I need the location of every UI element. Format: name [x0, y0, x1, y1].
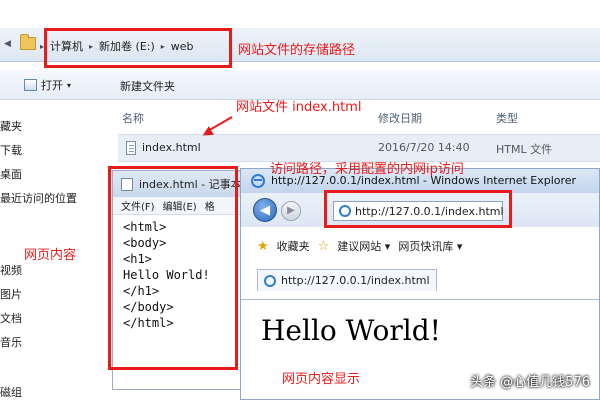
breadcrumb-drive[interactable]: 新加卷 (E:) — [99, 38, 155, 54]
new-folder-button[interactable]: 新建文件夹 — [120, 78, 175, 94]
web-slice-button[interactable]: 网页快讯库 ▾ — [398, 238, 462, 254]
notepad-title-bar[interactable]: index.html - 记事本 — [113, 171, 245, 197]
file-modified: 2016/7/20 14:40 — [378, 141, 470, 154]
column-header-modified[interactable]: 修改日期 — [378, 110, 422, 126]
notepad-text-area[interactable]: <html> <body> <h1> Hello World! </h1> </… — [113, 215, 245, 331]
file-icon — [126, 141, 136, 155]
star-icon: ★ — [257, 238, 269, 254]
watermark: 头条 @心值几钱576 — [470, 375, 590, 390]
sidebar-item-videos[interactable]: 视频 — [0, 262, 22, 278]
suggested-sites-button[interactable]: 建议网站 ▾ — [337, 238, 390, 254]
annotation-storage-path: 网站文件的存储路径 — [238, 43, 356, 58]
open-icon — [24, 79, 37, 91]
column-header-type[interactable]: 类型 — [496, 110, 518, 126]
add-favorite-icon[interactable]: ☆ — [318, 239, 330, 254]
sidebar-item-favorites[interactable]: 藏夹 — [0, 118, 22, 134]
ie-address-input[interactable]: http://127.0.0.1/index.html — [333, 201, 504, 221]
sidebar-item-desktop[interactable]: 桌面 — [0, 166, 22, 182]
chevron-down-icon: ▾ — [67, 80, 72, 90]
ie-favorites-bar: ★ 收藏夹 ☆ 建议网站 ▾ 网页快讯库 ▾ — [241, 235, 599, 257]
chevron-right-icon: ▸ — [89, 41, 94, 51]
breadcrumb-computer[interactable]: 计算机 — [50, 38, 83, 54]
notepad-icon — [121, 177, 133, 191]
ie-window: http://127.0.0.1/index.html - Windows In… — [240, 168, 600, 400]
ie-tab-title: http://127.0.0.1/index.html — [281, 274, 430, 287]
menu-format[interactable]: 格 — [205, 198, 215, 213]
sidebar-item-recent[interactable]: 最近访问的位置 — [0, 190, 77, 206]
sidebar-item-music[interactable]: 音乐 — [0, 334, 22, 350]
ie-nav-bar: ◀ ▶ http://127.0.0.1/index.html — [241, 193, 599, 227]
ie-tab-icon — [264, 274, 276, 287]
folder-icon — [20, 34, 36, 50]
ie-page-icon — [339, 205, 351, 217]
annotation-web-content: 网页内容 — [24, 248, 77, 263]
sidebar-item-disk[interactable]: 磁组 — [0, 384, 22, 400]
sidebar-item-documents[interactable]: 文档 — [0, 310, 22, 326]
ie-tab[interactable]: http://127.0.0.1/index.html — [257, 269, 437, 291]
favorites-button[interactable]: 收藏夹 — [277, 238, 310, 254]
open-button[interactable]: 打开 ▾ — [24, 77, 71, 93]
menu-file[interactable]: 文件(F) — [121, 198, 155, 213]
chevron-right-icon: ▸ — [40, 41, 45, 51]
page-heading: Hello World! — [261, 314, 441, 347]
chevron-right-icon: ▸ — [160, 41, 165, 51]
ie-address-text: http://127.0.0.1/index.html — [355, 204, 504, 218]
annotation-content-display: 网页内容显示 — [282, 372, 361, 387]
breadcrumb-web[interactable]: web — [171, 40, 194, 53]
open-label: 打开 — [41, 79, 63, 92]
notepad-window: index.html - 记事本 文件(F) 编辑(E) 格 <html> <b… — [112, 170, 246, 390]
left-arrow-icon[interactable]: ◀ — [4, 39, 11, 49]
back-arrow-icon[interactable]: ◀ — [253, 198, 277, 222]
forward-arrow-icon[interactable]: ▶ — [281, 201, 301, 221]
notepad-menu-bar: 文件(F) 编辑(E) 格 — [113, 197, 245, 215]
menu-edit[interactable]: 编辑(E) — [163, 198, 197, 213]
sidebar-item-pictures[interactable]: 图片 — [0, 286, 22, 302]
notepad-title: index.html - 记事本 — [139, 178, 242, 191]
breadcrumb: ▸ 计算机 ▸ 新加卷 (E:) ▸ web — [40, 36, 194, 56]
ie-logo-icon — [251, 174, 265, 188]
file-name: index.html — [142, 141, 201, 154]
annotation-web-file: 网站文件 index.html — [236, 100, 362, 115]
file-type: HTML 文件 — [496, 143, 553, 156]
sidebar-item-downloads[interactable]: 下载 — [0, 142, 22, 158]
column-header-name[interactable]: 名称 — [122, 110, 144, 126]
annotation-access-path: 访问路径，采用配置的内网ip访问 — [270, 162, 464, 177]
